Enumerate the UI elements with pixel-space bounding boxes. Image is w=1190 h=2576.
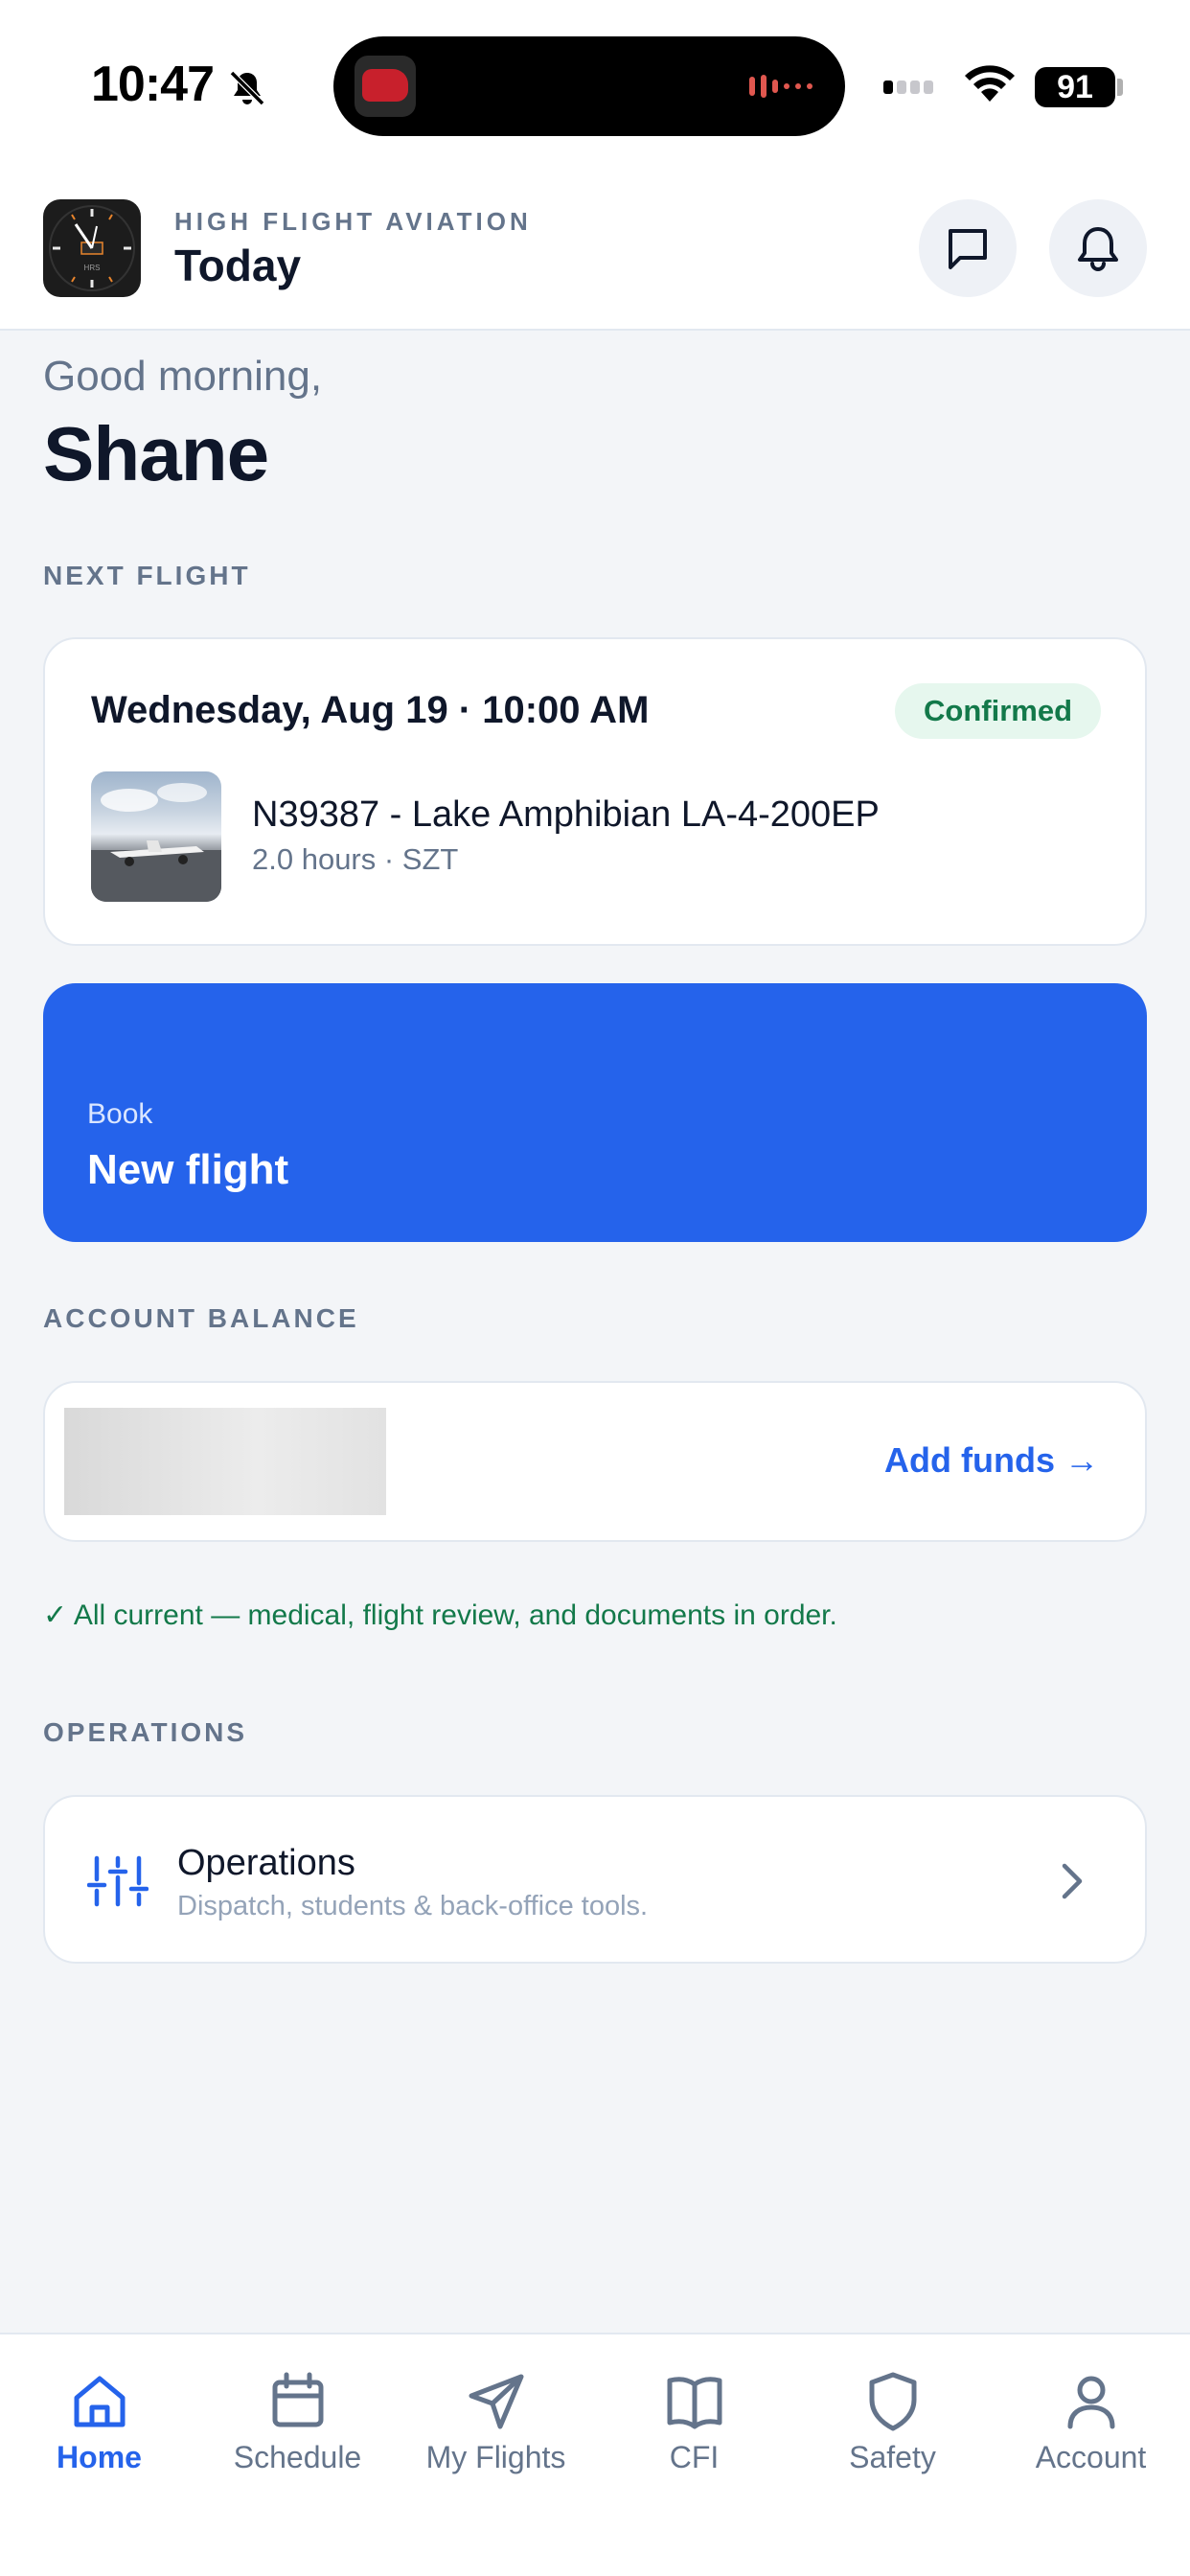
operations-section-label: OPERATIONS xyxy=(43,1717,248,1747)
status-badge: Confirmed xyxy=(895,683,1101,739)
account-balance-card: Add funds → xyxy=(43,1381,1147,1542)
app-logo[interactable]: HRS xyxy=(43,199,141,297)
next-flight-section-label: NEXT FLIGHT xyxy=(43,561,251,590)
user-icon xyxy=(1067,2376,1115,2429)
tab-label-safety: Safety xyxy=(849,2440,936,2474)
book-title: New flight xyxy=(87,1146,289,1193)
flight-date-time: Wednesday, Aug 19 · 10:00 AM xyxy=(91,689,650,731)
status-bar: 10:47 91 xyxy=(0,0,1190,172)
tab-account[interactable]: Account xyxy=(992,2334,1190,2526)
battery-icon xyxy=(1117,79,1123,96)
app-header: HRS HIGH FLIGHT AVIATION Today xyxy=(0,172,1190,331)
tab-safety[interactable]: Safety xyxy=(793,2334,992,2526)
cellular-signal-icon xyxy=(883,77,937,94)
tab-label-account: Account xyxy=(1035,2440,1147,2474)
notifications-button[interactable] xyxy=(1049,199,1147,297)
chevron-right-icon xyxy=(1062,1863,1083,1899)
org-name: HIGH FLIGHT AVIATION xyxy=(174,207,532,236)
greeting-text: Good morning, xyxy=(43,353,323,400)
aircraft-photo xyxy=(91,771,221,902)
balance-redacted xyxy=(64,1408,386,1515)
compliance-status: ✓ All current — medical, flight review, … xyxy=(43,1599,837,1631)
tab-my-flights[interactable]: My Flights xyxy=(397,2334,595,2526)
book-subtitle: Book xyxy=(87,1098,153,1130)
silent-bell-icon xyxy=(229,70,265,106)
live-activity-app-icon xyxy=(355,56,416,117)
sliders-icon xyxy=(87,1855,149,1907)
operations-row[interactable]: Operations Dispatch, students & back-off… xyxy=(43,1795,1147,1964)
clock-logo-icon: HRS xyxy=(49,205,135,291)
page-title: Today xyxy=(174,241,302,290)
battery-level: 91 xyxy=(1035,67,1115,107)
home-icon xyxy=(74,2376,126,2427)
book-new-flight-button[interactable]: Book New flight xyxy=(43,983,1147,1242)
message-icon xyxy=(949,229,987,269)
operations-subtitle: Dispatch, students & back-office tools. xyxy=(177,1891,649,1921)
book-icon xyxy=(667,2377,722,2429)
account-balance-section-label: ACCOUNT BALANCE xyxy=(43,1303,359,1333)
tab-cfi[interactable]: CFI xyxy=(595,2334,793,2526)
calendar-icon xyxy=(272,2372,324,2427)
operations-title: Operations xyxy=(177,1843,355,1883)
aircraft-name: N39387 - Lake Amphibian LA-4-200EP xyxy=(252,794,880,835)
status-time: 10:47 xyxy=(91,57,215,112)
tab-label-home: Home xyxy=(57,2440,142,2474)
tab-label-my-flights: My Flights xyxy=(425,2440,566,2474)
paper-plane-icon xyxy=(469,2374,524,2429)
add-funds-link[interactable]: Add funds → xyxy=(884,1440,1099,1481)
user-name: Shane xyxy=(43,411,269,496)
bell-icon xyxy=(1078,227,1118,271)
flight-meta: 2.0 hours · SZT xyxy=(252,842,459,876)
messages-button[interactable] xyxy=(919,199,1017,297)
tab-label-schedule: Schedule xyxy=(233,2440,362,2474)
logo-text: HRS xyxy=(84,264,101,272)
tab-bar: Home Schedule My Flights CFI Safety Acco… xyxy=(0,2333,1190,2576)
shield-icon xyxy=(869,2372,917,2431)
tab-label-cfi: CFI xyxy=(669,2440,720,2474)
dynamic-island xyxy=(333,36,845,136)
tab-schedule[interactable]: Schedule xyxy=(198,2334,397,2526)
next-flight-card[interactable]: Wednesday, Aug 19 · 10:00 AM Confirmed N… xyxy=(43,637,1147,946)
audio-waveform-icon xyxy=(749,75,818,98)
wifi-icon xyxy=(965,65,1015,102)
tab-home[interactable]: Home xyxy=(0,2334,198,2526)
aircraft-image xyxy=(91,783,221,902)
